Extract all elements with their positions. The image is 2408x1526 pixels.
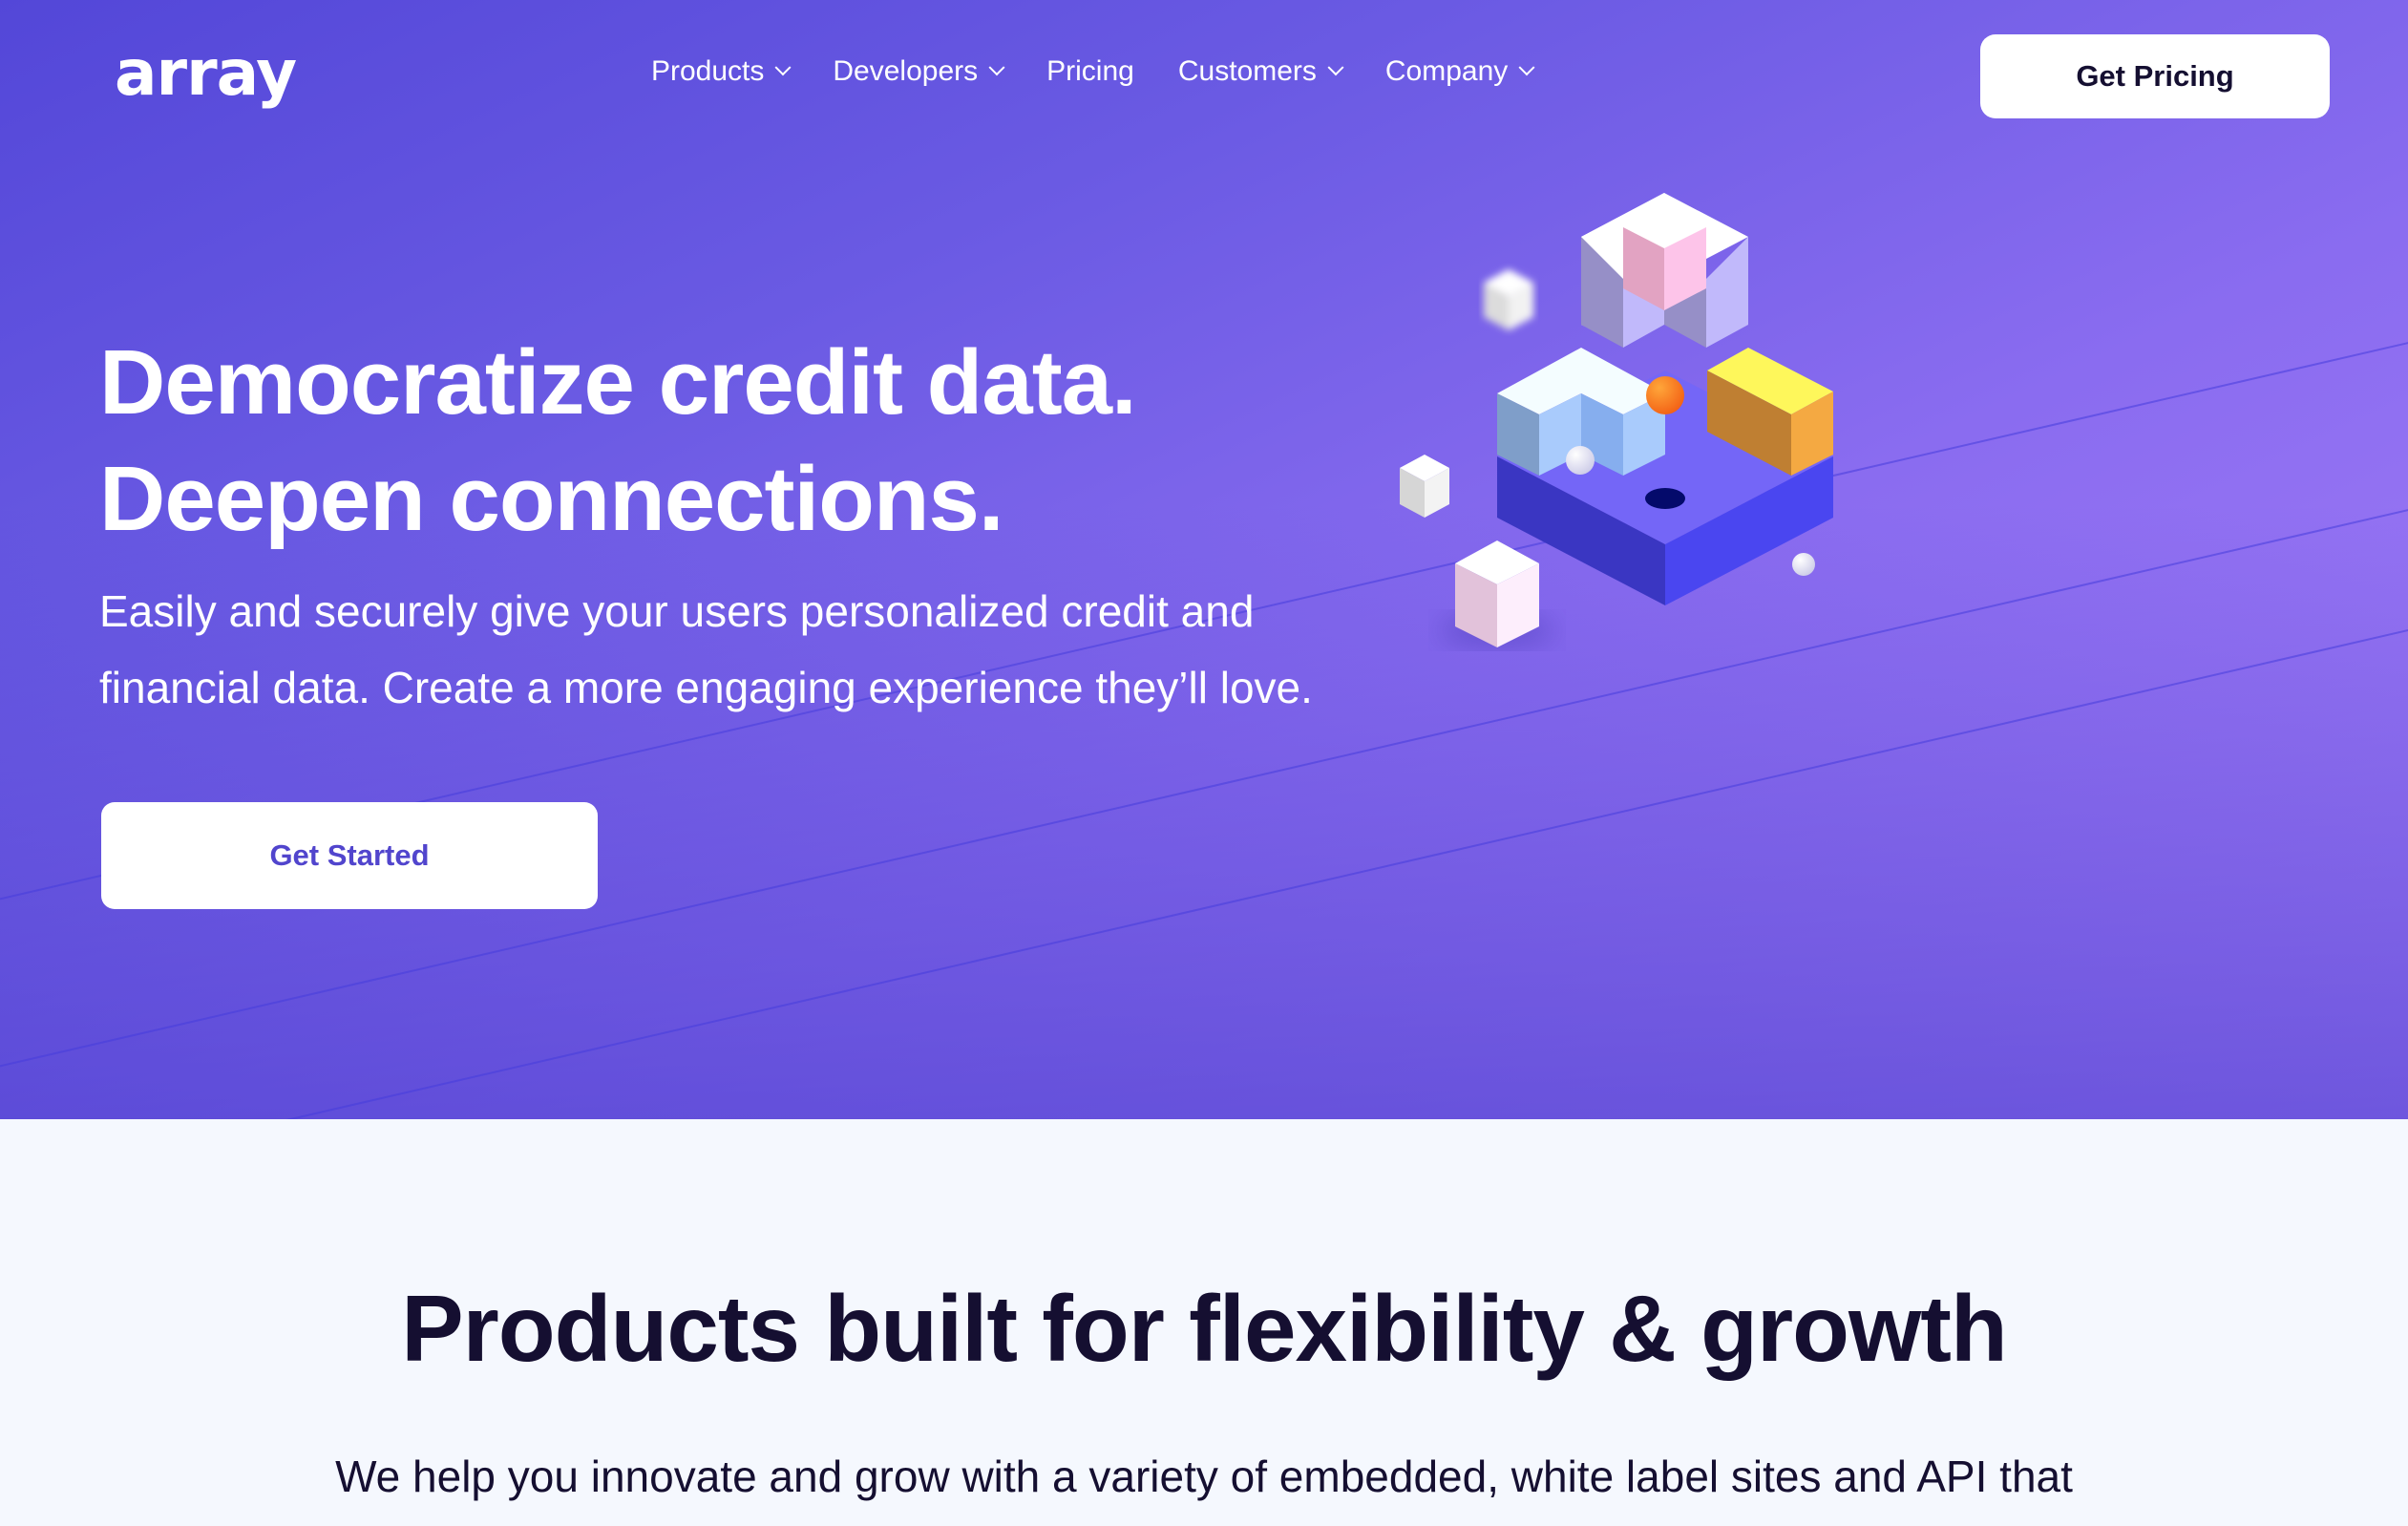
get-started-button[interactable]: Get Started [101,802,598,909]
hero-subtitle-line: financial data. Create a more engaging e… [99,663,1313,712]
nav-label: Customers [1177,55,1317,87]
chevron-down-icon [1518,59,1535,76]
hero-title: Democratize credit data. Deepen connecti… [99,325,1137,558]
products-section-subtitle: We help you innovate and grow with a var… [335,1452,2073,1501]
nav-item-developers[interactable]: Developers [833,55,1005,88]
chevron-down-icon [1327,59,1344,76]
small-white-ball [1792,553,1815,576]
hero-title-line: Democratize credit data. [99,331,1137,434]
hero-title-line: Deepen connections. [99,448,1004,550]
orange-ball [1646,376,1684,414]
isometric-blocks-illustration [1400,193,1833,647]
nav-links: Products Developers Pricing Customers Co… [651,55,1535,88]
nav-item-customers[interactable]: Customers [1177,55,1344,88]
array-logo[interactable]: array [115,36,297,110]
nav-item-company[interactable]: Company [1384,55,1535,88]
blurred-cube [1484,269,1533,330]
nav-label: Products [651,55,765,87]
small-white-cube [1400,455,1449,518]
pink-cube [1440,540,1554,647]
top-navigation: array Products Developers Pricing Custom… [0,0,2408,153]
hero-section: array Products Developers Pricing Custom… [0,0,2408,1119]
hero-subtitle-line: Easily and securely give your users pers… [99,586,1255,636]
nav-label: Company [1384,55,1509,87]
hero-subtitle: Easily and securely give your users pers… [99,573,1436,726]
nav-item-products[interactable]: Products [651,55,792,88]
platform-hole [1645,488,1685,509]
get-pricing-button[interactable]: Get Pricing [1980,34,2330,118]
nav-label: Developers [833,55,979,87]
products-section-title: Products built for flexibility & growth [401,1276,2007,1381]
nav-label: Pricing [1046,55,1134,87]
nav-item-pricing[interactable]: Pricing [1046,55,1134,88]
chevron-down-icon [774,59,792,76]
chevron-down-icon [988,59,1005,76]
white-ball [1566,446,1595,475]
floating-l-block [1581,193,1748,348]
